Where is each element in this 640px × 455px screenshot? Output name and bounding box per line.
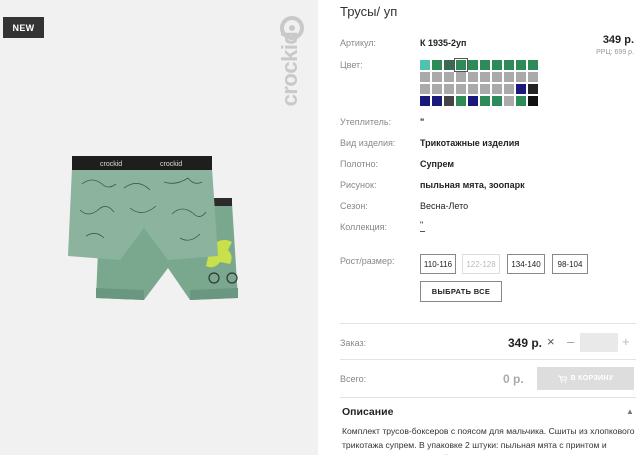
size-122-128-button[interactable]: 122-128: [462, 254, 500, 274]
color-swatch[interactable]: [456, 84, 466, 94]
color-swatch[interactable]: [468, 96, 478, 106]
pattern-value: пыльная мята, зоопарк: [420, 180, 525, 190]
product-info: Трусы/ уп Артикул: К 1935-2уп 349 р. РРЦ…: [340, 0, 640, 455]
color-swatch[interactable]: [504, 84, 514, 94]
description-text: Комплект трусов-боксеров с поясом для ма…: [342, 426, 635, 455]
color-swatch[interactable]: [468, 84, 478, 94]
product-price: 349 р.: [602, 34, 634, 46]
add-to-cart-label: В КОРЗИНУ: [570, 375, 614, 382]
waistband-label: crockid: [100, 161, 122, 168]
color-swatch[interactable]: [456, 72, 466, 82]
description-title[interactable]: Описание: [342, 406, 393, 418]
season-value: Весна-Лето: [420, 201, 469, 211]
pattern-label: Рисунок:: [340, 180, 377, 190]
quantity-input[interactable]: [580, 333, 618, 352]
select-all-sizes-button[interactable]: ВЫБРАТЬ ВСЕ: [420, 281, 502, 302]
item-type-label: Вид изделия:: [340, 138, 396, 148]
color-swatch[interactable]: [516, 60, 526, 70]
chevron-up-icon[interactable]: ▲: [626, 407, 634, 416]
color-swatch[interactable]: [444, 60, 454, 70]
color-swatch[interactable]: [468, 72, 478, 82]
color-swatch[interactable]: [454, 58, 468, 72]
fabric-value: Супрем: [420, 159, 454, 169]
insulation-value: ": [420, 117, 425, 127]
article-value: К 1935-2уп: [420, 38, 467, 48]
size-98-104-button[interactable]: 98-104: [552, 254, 588, 274]
color-swatch[interactable]: [516, 72, 526, 82]
waistband-label-2: crockid: [160, 161, 182, 168]
divider: [340, 359, 636, 360]
color-swatch[interactable]: [420, 96, 430, 106]
color-swatch[interactable]: [528, 96, 538, 106]
color-swatch[interactable]: [504, 96, 514, 106]
fabric-label: Полотно:: [340, 159, 379, 169]
color-swatch[interactable]: [504, 72, 514, 82]
color-swatch[interactable]: [444, 96, 454, 106]
color-swatch[interactable]: [528, 72, 538, 82]
divider: [340, 397, 636, 398]
color-swatch[interactable]: [528, 84, 538, 94]
season-label: Сезон:: [340, 201, 368, 211]
product-photo[interactable]: NEW crockid crockid crockid: [0, 0, 318, 455]
color-swatches: [420, 58, 540, 106]
color-label: Цвет:: [340, 60, 363, 70]
increase-qty-button[interactable]: +: [622, 334, 630, 349]
brand-logo-text: crockid: [277, 31, 302, 107]
color-swatch[interactable]: [492, 84, 502, 94]
color-swatch[interactable]: [444, 72, 454, 82]
rrp-price: РРЦ: 699 р.: [596, 49, 634, 56]
new-badge: NEW: [3, 17, 44, 38]
color-swatch[interactable]: [420, 72, 430, 82]
color-swatch[interactable]: [480, 60, 490, 70]
order-price: 349 р.: [508, 336, 543, 350]
remove-order-icon[interactable]: ×: [547, 334, 555, 349]
brand-logo: crockid: [277, 14, 306, 126]
size-label: Рост/размер:: [340, 256, 395, 266]
color-swatch[interactable]: [444, 84, 454, 94]
article-label: Артикул:: [340, 38, 377, 48]
color-swatch[interactable]: [492, 96, 502, 106]
size-110-116-button[interactable]: 110-116: [420, 254, 456, 274]
decrease-qty-button[interactable]: –: [567, 334, 574, 349]
total-label: Всего:: [340, 374, 367, 384]
color-swatch[interactable]: [456, 96, 466, 106]
color-swatch[interactable]: [528, 60, 538, 70]
collection-label: Коллекция:: [340, 222, 388, 232]
shorts-image: crockid crockid: [68, 156, 238, 300]
color-swatch[interactable]: [432, 72, 442, 82]
total-value: 0 р.: [503, 372, 524, 386]
item-type-value: Трикотажные изделия: [420, 138, 520, 148]
color-swatch[interactable]: [516, 96, 526, 106]
add-to-cart-button[interactable]: В КОРЗИНУ: [537, 367, 634, 390]
collection-dash: [420, 231, 425, 232]
color-swatch[interactable]: [516, 84, 526, 94]
color-swatch[interactable]: [420, 60, 430, 70]
color-swatch[interactable]: [492, 72, 502, 82]
color-swatch[interactable]: [432, 84, 442, 94]
color-swatch[interactable]: [480, 72, 490, 82]
product-title: Трусы/ уп: [340, 4, 398, 19]
size-134-140-button[interactable]: 134-140: [507, 254, 545, 274]
divider: [340, 323, 636, 324]
color-swatch[interactable]: [492, 60, 502, 70]
insulation-label: Утеплитель:: [340, 117, 392, 127]
color-swatch[interactable]: [420, 84, 430, 94]
color-swatch[interactable]: [480, 96, 490, 106]
color-swatch[interactable]: [480, 84, 490, 94]
cart-icon: [557, 375, 567, 383]
collection-value: ": [420, 220, 424, 230]
color-swatch[interactable]: [432, 60, 442, 70]
color-swatch[interactable]: [504, 60, 514, 70]
order-label: Заказ:: [340, 338, 367, 348]
color-swatch[interactable]: [432, 96, 442, 106]
color-swatch[interactable]: [468, 60, 478, 70]
